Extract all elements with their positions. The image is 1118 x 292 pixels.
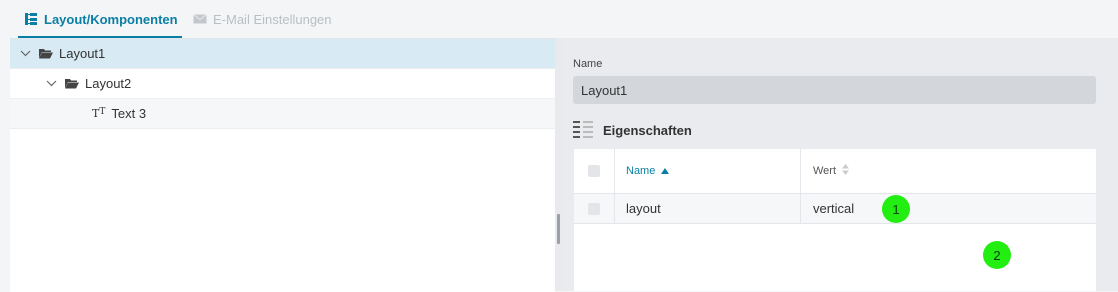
sort-ascending-icon: [661, 165, 670, 177]
properties-header: Eigenschaften: [573, 120, 692, 140]
tab-bar: Layout/Komponenten E-Mail Einstellungen: [0, 0, 1118, 38]
folder-open-icon: [39, 48, 53, 59]
list-view-icon[interactable]: [573, 120, 593, 141]
tab-label: E-Mail Einstellungen: [213, 11, 332, 27]
name-field[interactable]: Layout1: [573, 76, 1096, 104]
row-checkbox[interactable]: [574, 194, 615, 223]
tab-label: Layout/Komponenten: [44, 11, 178, 27]
cell-name: layout: [615, 194, 801, 223]
column-header-value[interactable]: Wert: [802, 149, 1096, 193]
tab-layout-components[interactable]: Layout/Komponenten: [18, 0, 182, 38]
annotation-marker-2: 2: [983, 241, 1011, 269]
table-header: Name Wert: [574, 149, 1096, 194]
column-header-label: Wert: [813, 165, 837, 177]
folder-open-icon: [65, 78, 79, 89]
sort-both-icon: [842, 164, 850, 178]
tree-item-label: Layout2: [85, 76, 132, 91]
annotation-marker-1: 1: [882, 195, 910, 223]
table-row[interactable]: layout vertical: [574, 194, 1096, 224]
tree-item-layout1[interactable]: Layout1: [10, 39, 555, 69]
cell-value[interactable]: vertical: [802, 194, 1096, 223]
chevron-down-icon[interactable]: [45, 78, 57, 90]
text-type-icon: TT: [92, 107, 106, 120]
tree-item-label: Layout1: [59, 46, 106, 61]
tree-structure-icon: [24, 12, 38, 26]
tree-item-text3[interactable]: TT Text 3: [10, 99, 555, 129]
column-header-name[interactable]: Name: [615, 149, 801, 193]
chevron-down-icon[interactable]: [19, 48, 31, 60]
tree-item-layout2[interactable]: Layout2: [10, 69, 555, 99]
name-field-label: Name: [573, 58, 603, 70]
splitter-grip[interactable]: [557, 214, 560, 244]
panel-splitter[interactable]: [555, 38, 562, 291]
component-tree: Layout1 Layout2 TT Text 3: [10, 38, 555, 292]
tree-item-label: Text 3: [111, 106, 147, 121]
properties-table: Name Wert layout vertical: [574, 149, 1096, 291]
properties-title: Eigenschaften: [603, 122, 692, 138]
column-header-label: Name: [626, 165, 656, 177]
select-all-checkbox[interactable]: [574, 149, 615, 193]
envelope-icon: [193, 13, 207, 25]
tab-email-settings[interactable]: E-Mail Einstellungen: [193, 0, 332, 38]
